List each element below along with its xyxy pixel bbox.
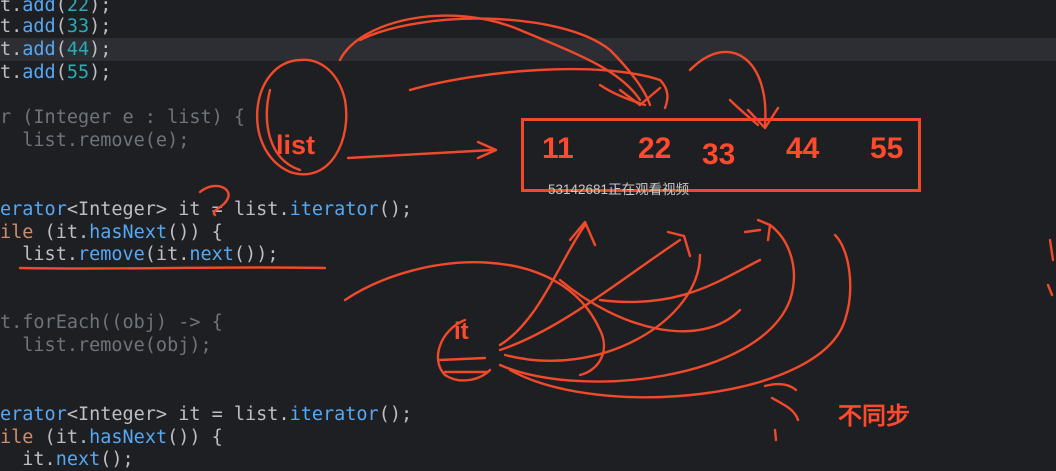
- it-arrow-stroke: [498, 223, 796, 383]
- it-arrow-head: [666, 230, 692, 258]
- list-value-55: 55: [870, 132, 904, 165]
- it-arrow-stroke: [498, 238, 682, 352]
- list-value-22: 22: [638, 132, 672, 165]
- mark-stroke: [743, 228, 762, 234]
- underline-stroke: [18, 266, 327, 270]
- note-mark-stroke: [773, 428, 778, 442]
- list-arrow-stroke: [346, 148, 494, 160]
- out-of-sync-note: 不同步: [838, 403, 910, 430]
- list-value-33: 33: [702, 138, 736, 171]
- annotation-layer: [18, 14, 1055, 442]
- loop-stroke: [408, 67, 669, 110]
- it-mark-stroke: [438, 356, 487, 362]
- it-arrow-stroke: [498, 223, 587, 347]
- viewer-count-watermark: 53142681正在观看视频: [548, 182, 690, 197]
- loop-stroke: [338, 14, 642, 102]
- it-arrow-stroke: [598, 258, 762, 304]
- note-mark-stroke: [763, 382, 798, 392]
- loop-stroke: [358, 17, 652, 107]
- loop-stroke: [598, 83, 647, 107]
- edge-mark-stroke: [1048, 238, 1055, 262]
- edge-mark-stroke: [1046, 283, 1054, 297]
- list-label: list: [276, 130, 316, 160]
- list-value-11: 11: [542, 132, 574, 165]
- loop-stroke: [688, 50, 767, 127]
- list-value-44: 44: [786, 132, 820, 165]
- squiggle-stroke: [198, 184, 230, 217]
- it-label: it: [454, 318, 469, 345]
- note-mark-stroke: [770, 396, 800, 422]
